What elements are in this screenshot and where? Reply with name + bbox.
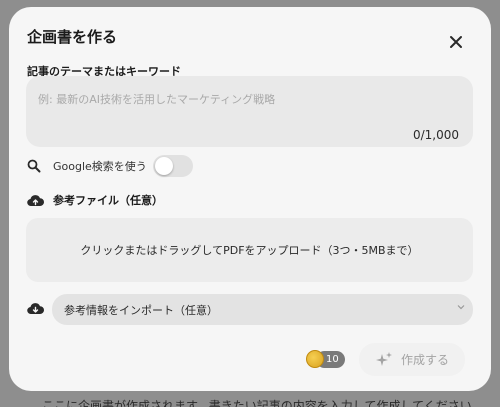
topic-input-container: 0/1,000 bbox=[26, 76, 473, 147]
pdf-upload-dropzone[interactable]: クリックまたはドラッグしてPDFをアップロード（3つ・5MBまで） bbox=[26, 218, 473, 282]
close-icon bbox=[450, 36, 462, 48]
sparkle-icon bbox=[375, 351, 392, 366]
import-reference-select[interactable]: 参考情報をインポート（任意） bbox=[52, 294, 473, 325]
create-proposal-dialog: 企画書を作る 記事のテーマまたはキーワード 0/1,000 Google検索を使… bbox=[9, 7, 491, 391]
backdrop-hint-text: ここに企画書が作成されます。書きたい記事の内容を入力して作成してください bbox=[42, 399, 472, 407]
google-search-toggle[interactable] bbox=[152, 155, 193, 177]
coin-icon bbox=[306, 350, 324, 368]
topic-input[interactable] bbox=[26, 76, 473, 147]
cloud-download-icon bbox=[27, 303, 44, 315]
reference-file-label: 参考ファイル（任意） bbox=[53, 194, 163, 207]
character-counter: 0/1,000 bbox=[412, 128, 459, 142]
google-search-label: Google検索を使う bbox=[53, 160, 147, 173]
toggle-knob bbox=[154, 157, 173, 175]
google-search-row: Google検索を使う bbox=[27, 155, 193, 177]
create-button-label: 作成する bbox=[400, 353, 449, 367]
close-button[interactable] bbox=[446, 32, 466, 52]
import-select-value: 参考情報をインポート（任意） bbox=[64, 304, 218, 317]
reference-file-heading: 参考ファイル（任意） bbox=[27, 192, 163, 208]
upload-instructions: クリックまたはドラッグしてPDFをアップロード（3つ・5MBまで） bbox=[80, 244, 419, 257]
dialog-title: 企画書を作る bbox=[27, 28, 118, 46]
cloud-upload-icon bbox=[27, 194, 44, 206]
credit-cost-badge: 10 bbox=[306, 350, 345, 368]
search-icon bbox=[27, 159, 41, 173]
create-button[interactable]: 作成する bbox=[359, 343, 465, 376]
chevron-down-icon bbox=[457, 305, 465, 310]
